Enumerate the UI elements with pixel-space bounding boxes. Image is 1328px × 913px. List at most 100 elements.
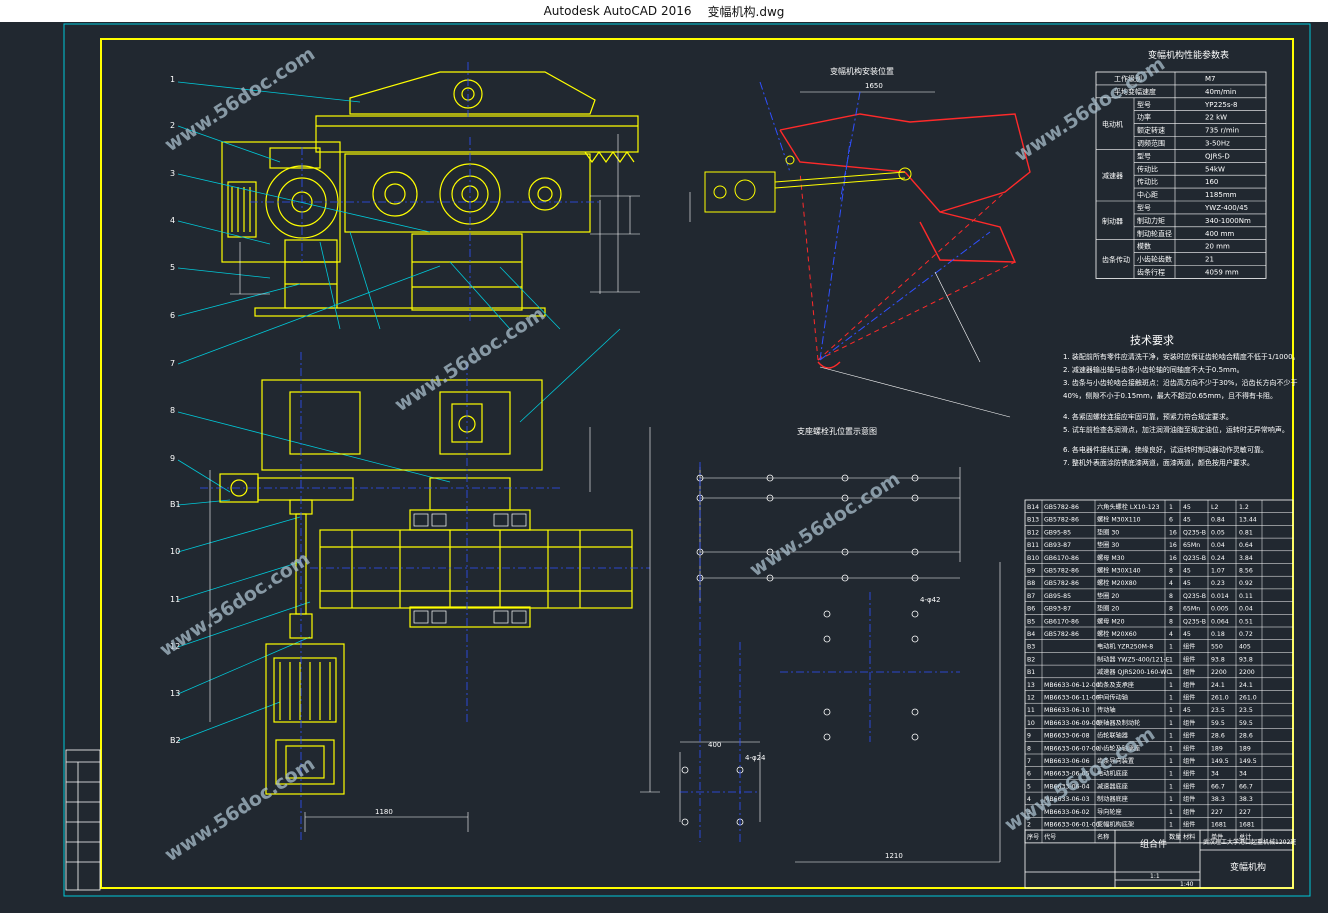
drawing-canvas[interactable]: 1 2 3 4 5 6 7 8 9 B1 10 11 12 13 B2 1180… — [0, 22, 1328, 913]
param-label: 模数 — [1137, 242, 1151, 251]
param-label: 齿条行程 — [1137, 268, 1165, 277]
bom-cell: 28.6 — [1239, 733, 1253, 740]
param-label: 传动比 — [1137, 164, 1158, 173]
bom-cell: 变幅机构底架 — [1097, 821, 1134, 829]
bom-cell: 8 — [1169, 618, 1173, 625]
bom-cell: GB95-85 — [1044, 529, 1071, 536]
bom-cell: 螺栓 M20X60 — [1097, 630, 1137, 638]
bom-cell: 垫圈 20 — [1097, 605, 1119, 613]
bom-cell: 45 — [1183, 707, 1191, 714]
bom-cell: 38.3 — [1211, 796, 1225, 803]
bom-cell: 59.5 — [1211, 720, 1225, 727]
bom-cell: 组件 — [1183, 782, 1195, 790]
bom-cell: 8 — [1169, 593, 1173, 600]
leader-7: 7 — [170, 359, 175, 368]
dim-1210: 1210 — [885, 852, 903, 860]
bom-cell: 5 — [1027, 783, 1031, 790]
bom-cell: 代号 — [1044, 833, 1056, 841]
bom-cell: 227 — [1211, 809, 1223, 816]
bom-cell: GB5782-86 — [1044, 568, 1079, 575]
bom-cell: 261.0 — [1239, 695, 1257, 702]
window-titlebar: Autodesk AutoCAD 2016 变幅机构.dwg — [0, 0, 1328, 23]
bom-cell: B8 — [1027, 580, 1035, 587]
luffing-mechanism-small — [704, 155, 912, 213]
bom-cell: MB6633-06-01-00 — [1044, 822, 1100, 829]
param-label: 型号 — [1137, 100, 1151, 109]
bom-cell: 65Mn — [1183, 542, 1200, 549]
bom-cell: 齿条及支承座 — [1097, 681, 1134, 689]
bom-cell: 组件 — [1183, 681, 1195, 689]
leader-1: 1 — [170, 75, 175, 84]
bom-cell: 550 — [1211, 644, 1223, 651]
bom-cell: 序号 — [1027, 833, 1039, 841]
param-group: 制动器 — [1102, 216, 1123, 225]
bom-cell: 16 — [1169, 529, 1177, 536]
bom-cell: 名称 — [1097, 833, 1109, 841]
bom-cell: 189 — [1239, 745, 1251, 752]
bom-cell: B13 — [1027, 517, 1039, 524]
bom-cell: 1681 — [1239, 822, 1255, 829]
bom-cell: 制动器 YWZ5-400/121-E — [1097, 655, 1170, 663]
bom-cell: 组件 — [1183, 732, 1195, 740]
bom-cell: 6 — [1169, 517, 1173, 524]
bom-cell: 45 — [1183, 568, 1191, 575]
leader-5: 5 — [170, 263, 175, 272]
bom-cell: 23.5 — [1211, 707, 1225, 714]
bom-cell: Q235-B — [1183, 593, 1206, 600]
bom-cell: MB6633-06-11-00 — [1044, 695, 1100, 702]
bom-cell: 组件 — [1183, 655, 1195, 663]
bom-cell: 8 — [1027, 745, 1031, 752]
dim-400: 400 — [708, 741, 721, 749]
bom-cell: 13.44 — [1239, 517, 1257, 524]
bom-cell: 261.0 — [1211, 695, 1229, 702]
bom-cell: B4 — [1027, 631, 1035, 638]
bom-cell: 23.5 — [1239, 707, 1253, 714]
title-block-sheet: 1:40 — [1180, 881, 1194, 888]
boom-red — [779, 113, 1031, 369]
revision-strip — [65, 749, 101, 891]
tech-req-3b: 40%，侧隙不小于0.15mm，最大不超过0.65mm，且不得有卡阻。 — [1063, 391, 1277, 400]
bom-cell: 1 — [1169, 783, 1173, 790]
bom-cell: 45 — [1183, 580, 1191, 587]
bom-cell: 组件 — [1183, 744, 1195, 752]
tech-req-5: 5. 试车前检查各润滑点，加注润滑油脂至规定油位，运转时无异常响声。 — [1063, 425, 1289, 434]
bom-cell: 螺母 M30 — [1097, 554, 1125, 562]
param-value: 1185mm — [1205, 191, 1237, 199]
dim-4-42: 4-φ42 — [920, 596, 941, 604]
bom-cell: 10 — [1027, 720, 1035, 727]
bom-cell: 电动机 YZR250M-8 — [1097, 643, 1153, 651]
bom-cell: 垫圈 20 — [1097, 592, 1119, 600]
bom-cell: 1 — [1169, 682, 1173, 689]
param-value: 22 kW — [1205, 114, 1227, 122]
bom-cell: B1 — [1027, 669, 1035, 676]
bom-cell: 组件 — [1183, 694, 1195, 702]
bom-cell: 0.92 — [1239, 580, 1253, 587]
title-block-drawing-name: 变幅机构 — [1230, 861, 1266, 873]
bom-cell: 1681 — [1211, 822, 1227, 829]
app-title: Autodesk AutoCAD 2016 — [543, 4, 692, 18]
bom-cell: B6 — [1027, 606, 1035, 613]
bom-cell: GB6170-86 — [1044, 555, 1079, 562]
bom-cell: 1.07 — [1211, 568, 1225, 575]
bom-cell: 8.56 — [1239, 568, 1253, 575]
bom-cell: 0.72 — [1239, 631, 1253, 638]
bom-cell: B2 — [1027, 656, 1035, 663]
bom-cell: 组件 — [1183, 795, 1195, 803]
tech-req-3: 3. 齿条与小齿轮啮合接触斑点：沿齿高方向不少于30%，沿齿长方向不少于 — [1063, 378, 1297, 387]
param-value: QJRS-D — [1205, 152, 1230, 160]
bom-cell: MB6633-06-12-00 — [1044, 682, 1100, 689]
bom-cell: 0.51 — [1239, 618, 1253, 625]
base-plate-title: 支座螺栓孔位置示意图 — [797, 426, 877, 436]
leader-B1: B1 — [170, 500, 181, 509]
bom-cell: 45 — [1183, 517, 1191, 524]
bom-cell: 0.84 — [1211, 517, 1225, 524]
bom-cell: 组件 — [1183, 643, 1195, 651]
bom-cell: 1 — [1169, 733, 1173, 740]
bom-cell: 组件 — [1183, 808, 1195, 816]
param-label: 制动力矩 — [1137, 216, 1165, 225]
bom-cell: Q235-B — [1183, 555, 1206, 562]
bom-cell: B14 — [1027, 504, 1039, 511]
title-block-scale: 1:1 — [1150, 873, 1160, 880]
bom-cell: 1 — [1169, 809, 1173, 816]
bom-cell: 螺母 M20 — [1097, 617, 1125, 625]
